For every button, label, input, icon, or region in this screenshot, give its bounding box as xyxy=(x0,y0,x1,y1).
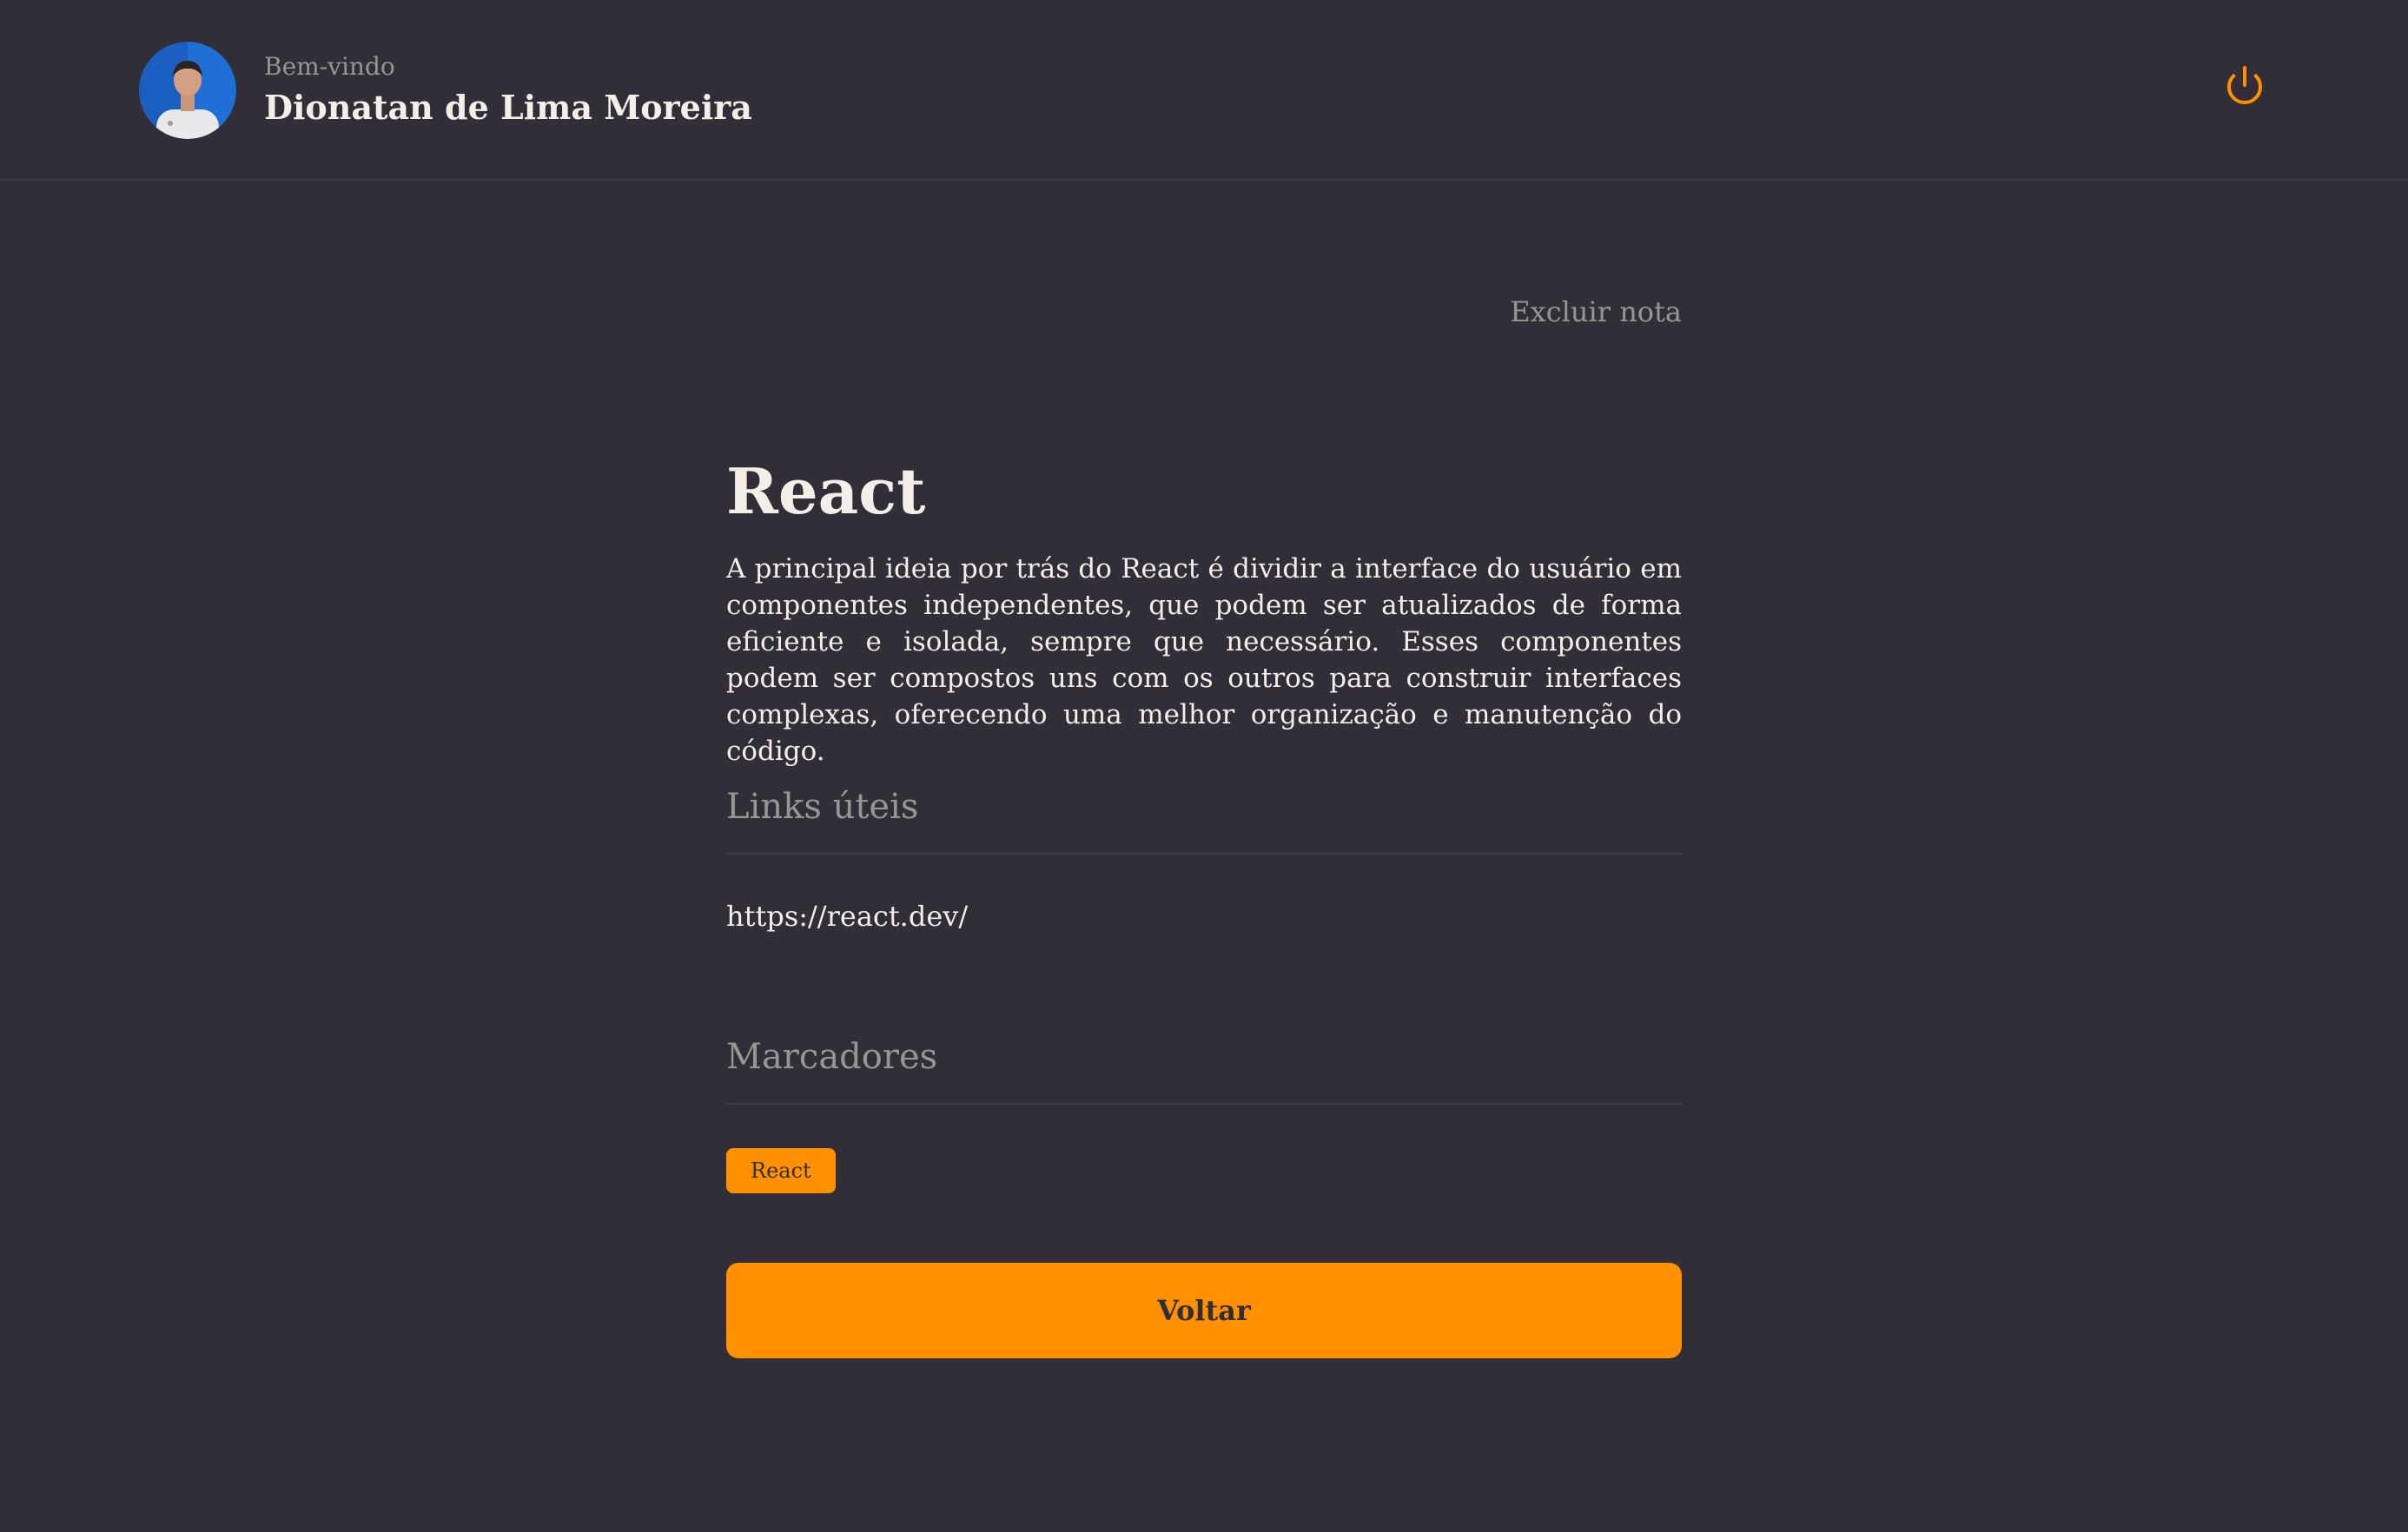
avatar[interactable] xyxy=(139,42,236,139)
profile-text: Bem-vindo Dionatan de Lima Moreira xyxy=(264,51,752,129)
tags-section-title: Marcadores xyxy=(726,1035,1682,1105)
user-name[interactable]: Dionatan de Lima Moreira xyxy=(264,86,752,129)
link-item[interactable]: https://react.dev/ xyxy=(726,900,968,933)
tag-react: React xyxy=(726,1148,836,1193)
logout-button[interactable] xyxy=(2224,64,2266,106)
power-icon xyxy=(2226,66,2262,104)
delete-note-button[interactable]: Excluir nota xyxy=(1510,295,1682,328)
note-title: React xyxy=(726,454,926,528)
app-header: Bem-vindo Dionatan de Lima Moreira xyxy=(0,0,2408,181)
back-button[interactable]: Voltar xyxy=(726,1263,1682,1358)
avatar-image xyxy=(139,42,236,139)
welcome-label: Bem-vindo xyxy=(264,52,395,81)
note-description: A principal ideia por trás do React é di… xyxy=(726,553,1682,767)
links-section-title: Links úteis xyxy=(726,785,1682,855)
user-profile[interactable]: Bem-vindo Dionatan de Lima Moreira xyxy=(139,42,752,139)
